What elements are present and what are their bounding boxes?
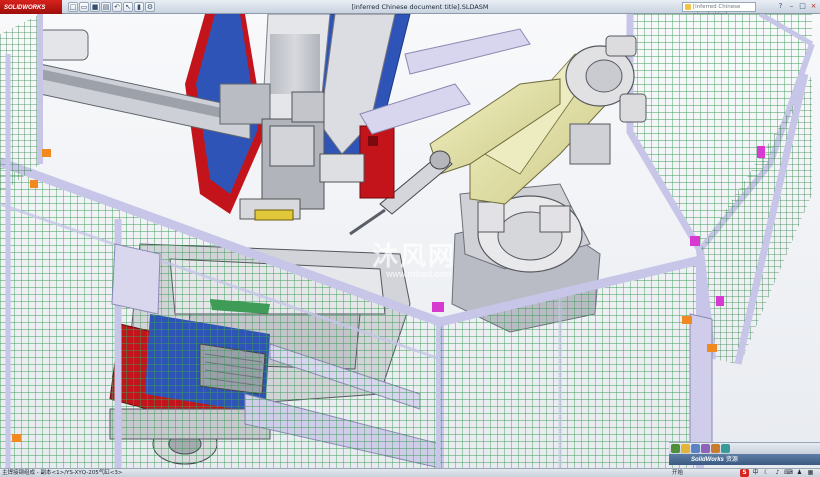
quick-access-toolbar: □ ▭ ■ ▤ ↶ ↖ ▮ ⚙ [68,2,155,12]
solidworks-logo[interactable]: SOLIDWORKS [0,0,62,14]
watermark: 沐风网 www.mfcad.com [328,236,488,286]
language-indicator[interactable]: 中 [751,469,760,477]
search-icon [685,4,691,10]
status-selection: 主焊接钢组成 - 副本<1>/YS-XYQ-205气缸<3> [2,470,123,476]
watermark-main: 沐风网 [372,242,457,272]
grid-icon[interactable]: ▦ [806,469,815,477]
logo-text: SOLIDWORKS [4,5,46,11]
close-icon[interactable]: × [809,2,818,11]
graphics-viewport[interactable]: 沐风网 www.mfcad.com [0,14,820,468]
file-explorer-icon[interactable] [701,444,710,453]
rebuild-icon[interactable]: ▮ [134,2,144,12]
folder-icon[interactable] [681,444,690,453]
new-icon[interactable]: □ [68,2,78,12]
status-bar: 主焊接钢组成 - 副本<1>/YS-XYQ-205气缸<3> 开始 S 中 ☾ … [0,468,820,477]
keyboard-icon[interactable]: ⌨ [784,469,793,477]
custom-props-icon[interactable] [721,444,730,453]
print-icon[interactable]: ▤ [101,2,111,12]
title-bar: SOLIDWORKS □ ▭ ■ ▤ ↶ ↖ ▮ ⚙ [inferred Chi… [0,0,820,18]
watermark-url: www.mfcad.com [386,269,452,279]
help-icon[interactable]: ? [776,2,785,11]
minimize-icon[interactable]: – [787,2,796,11]
home-icon[interactable] [671,444,680,453]
task-pane-header: SolidWorks 资源 [669,454,820,465]
task-pane-tabs [669,442,820,454]
system-tray: S 中 ☾ ♪ ⌨ ♟ ▦ [740,469,815,477]
moon-icon[interactable]: ☾ [762,469,771,477]
select-icon[interactable]: ↖ [123,2,133,12]
task-pane-start[interactable]: 开始 [672,469,683,477]
mic-icon[interactable]: ♪ [773,469,782,477]
save-icon[interactable]: ■ [90,2,100,12]
task-pane-title: 资源 [725,456,738,463]
input-method-icon[interactable]: S [740,469,749,477]
maximize-icon[interactable]: □ [798,2,807,11]
options-icon[interactable]: ⚙ [145,2,155,12]
task-pane-brand: SolidWorks [691,457,724,463]
search-input[interactable]: [inferred Chinese placeholder] [682,2,756,18]
document-title: [inferred Chinese document title].SLDASM [351,3,489,11]
undo-icon[interactable]: ↶ [112,2,122,12]
shirt-icon[interactable]: ♟ [795,469,804,477]
appearance-icon[interactable] [711,444,720,453]
library-icon[interactable] [691,444,700,453]
open-icon[interactable]: ▭ [79,2,89,12]
window-controls: ? – □ × [776,2,818,11]
